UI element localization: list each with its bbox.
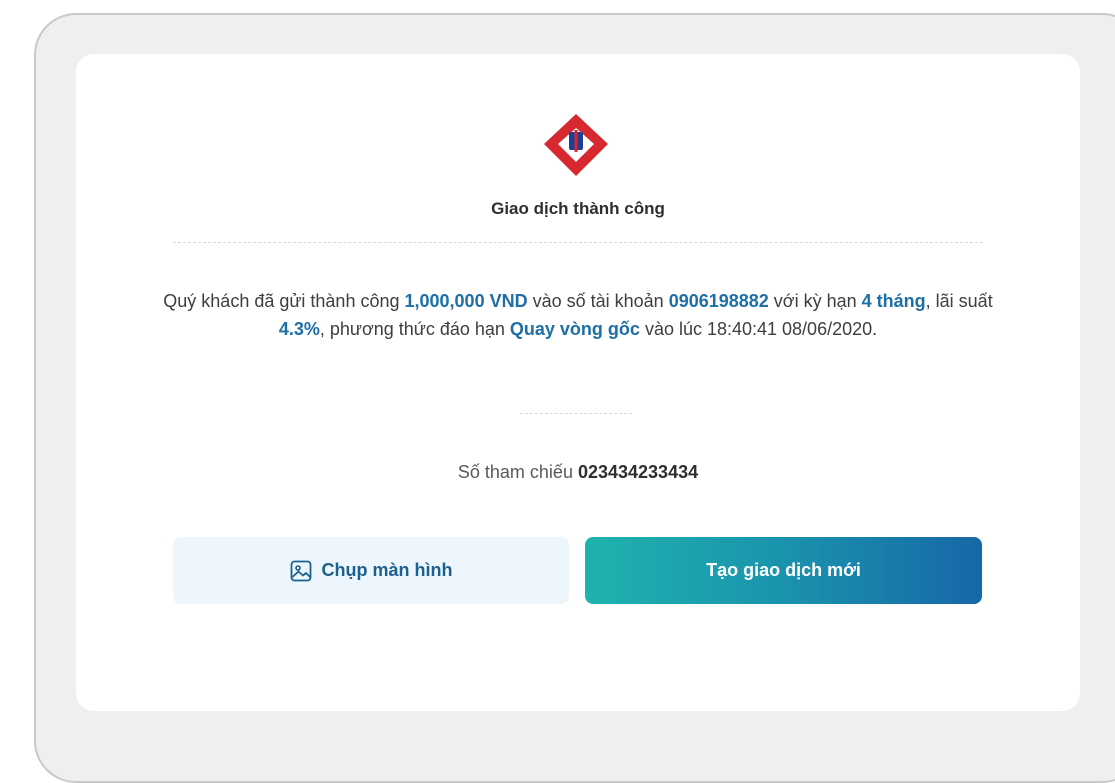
screenshot-button[interactable]: Chụp màn hình (173, 537, 569, 604)
term-value: 4 tháng (861, 291, 926, 311)
bank-logo-icon (544, 114, 608, 176)
maturity-method: Quay vòng gốc (509, 319, 640, 339)
reference-label: Số tham chiếu (457, 462, 578, 482)
message-text: vào số tài khoản (527, 291, 669, 311)
message-text: , phương thức đáo hạn (319, 319, 510, 339)
image-icon (290, 560, 311, 581)
message-text: Quý khách đã gửi thành công (163, 291, 405, 311)
new-transaction-button-label: Tạo giao dịch mới (706, 560, 861, 580)
message-text: với kỳ hạn (768, 291, 862, 311)
message-text: vào lúc 18:40:41 08/06/2020. (639, 319, 878, 339)
dialog-title: Giao dịch thành công (491, 199, 665, 218)
transaction-message: Quý khách đã gửi thành công 1,000,000 VN… (150, 287, 1006, 343)
reference-number: 023434233434 (577, 462, 699, 482)
amount-value: 1,000,000 VND (404, 291, 528, 311)
divider (173, 242, 983, 243)
screenshot-button-label: Chụp màn hình (321, 560, 453, 580)
account-number: 0906198882 (668, 291, 769, 311)
reference-line: Số tham chiếu 023434233434 (76, 462, 1080, 483)
new-transaction-button[interactable]: Tạo giao dịch mới (585, 537, 982, 604)
divider-short (520, 413, 632, 414)
message-text: , lãi suất (925, 291, 993, 311)
interest-rate: 4.3% (278, 319, 320, 339)
